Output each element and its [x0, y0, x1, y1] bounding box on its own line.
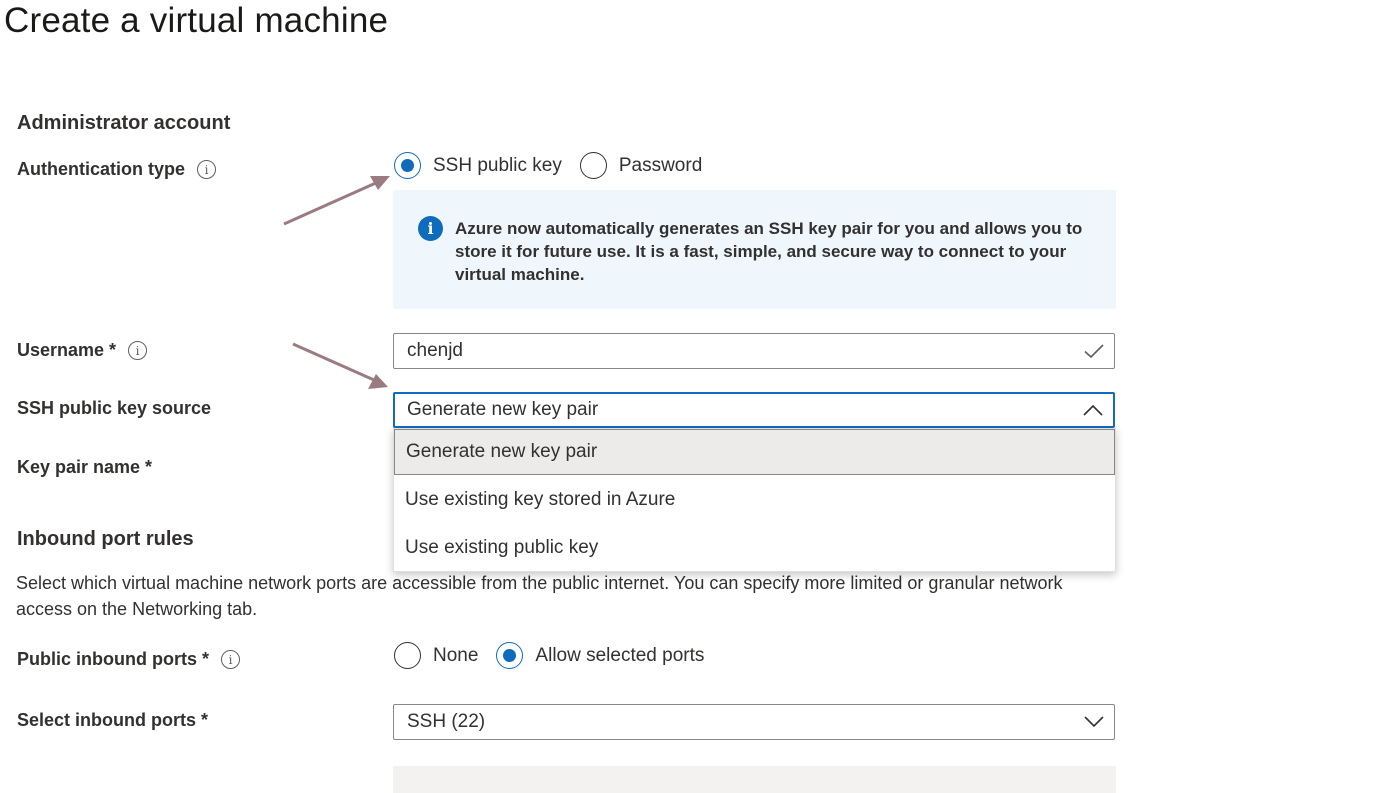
- auth-type-label-text: Authentication type: [17, 159, 186, 179]
- radio-label-password: Password: [618, 154, 703, 176]
- radio-button-unchecked[interactable]: [579, 152, 607, 179]
- info-icon[interactable]: i: [197, 160, 217, 179]
- ssh-key-source-value: Generate new key pair: [407, 399, 599, 420]
- checkmark-icon: [1083, 340, 1105, 362]
- radio-allow-selected[interactable]: Allow selected ports: [496, 642, 704, 669]
- key-pair-name-label: Key pair name *: [17, 457, 152, 478]
- public-ports-radio-group: None Allow selected ports: [394, 642, 722, 669]
- radio-none[interactable]: None: [394, 642, 478, 669]
- auth-type-radio-group: SSH public key Password: [394, 152, 720, 179]
- radio-button-checked[interactable]: [394, 152, 421, 179]
- public-inbound-ports-label-text: Public inbound ports *: [17, 649, 209, 669]
- radio-ssh-public-key[interactable]: SSH public key: [394, 152, 562, 179]
- auth-type-label: Authentication type i: [17, 159, 217, 180]
- radio-label-allow-selected: Allow selected ports: [535, 644, 705, 666]
- partially-visible-field: [393, 766, 1116, 793]
- username-input[interactable]: chenjd: [393, 333, 1115, 369]
- info-filled-icon: i: [418, 216, 443, 241]
- ssh-key-source-options: Generate new key pair Use existing key s…: [393, 428, 1116, 572]
- annotation-arrow-auth-type: [283, 176, 390, 226]
- select-inbound-ports-dropdown[interactable]: SSH (22): [393, 704, 1115, 740]
- info-icon[interactable]: i: [221, 650, 240, 669]
- radio-label-none: None: [433, 644, 479, 666]
- radio-label-ssh-public-key: SSH public key: [433, 154, 562, 176]
- annotation-arrow-key-source: [292, 342, 388, 389]
- public-inbound-ports-label: Public inbound ports * i: [17, 649, 240, 670]
- dropdown-option-generate-new[interactable]: Generate new key pair: [394, 429, 1115, 475]
- chevron-up-icon[interactable]: [1082, 399, 1104, 421]
- page-title: Create a virtual machine: [4, 1, 389, 40]
- username-label-text: Username *: [17, 340, 117, 360]
- radio-button-checked[interactable]: [496, 642, 524, 669]
- select-inbound-ports-label-text: Select inbound ports *: [17, 710, 209, 730]
- select-inbound-ports-value: SSH (22): [407, 711, 486, 732]
- dropdown-option-existing-public[interactable]: Use existing public key: [394, 525, 1115, 571]
- info-message-text: Azure now automatically generates an SSH…: [455, 219, 1083, 284]
- ssh-key-source-label: SSH public key source: [17, 398, 211, 419]
- ssh-key-source-dropdown[interactable]: Generate new key pair: [393, 392, 1115, 428]
- key-pair-name-label-text: Key pair name *: [17, 457, 153, 477]
- inbound-description: Select which virtual machine network por…: [16, 573, 1063, 619]
- ssh-info-message: i Azure now automatically generates an S…: [393, 190, 1116, 309]
- username-label: Username * i: [17, 340, 148, 361]
- radio-button-unchecked[interactable]: [394, 642, 421, 669]
- username-value: chenjd: [407, 340, 463, 361]
- radio-password[interactable]: Password: [579, 152, 703, 179]
- select-inbound-ports-label: Select inbound ports *: [17, 710, 208, 731]
- dropdown-option-existing-azure[interactable]: Use existing key stored in Azure: [394, 477, 1115, 523]
- inbound-port-rules-heading: Inbound port rules: [17, 528, 194, 550]
- admin-account-heading: Administrator account: [17, 112, 231, 134]
- ssh-key-source-label-text: SSH public key source: [17, 398, 212, 418]
- info-icon[interactable]: i: [128, 341, 148, 360]
- chevron-down-icon[interactable]: [1083, 711, 1105, 733]
